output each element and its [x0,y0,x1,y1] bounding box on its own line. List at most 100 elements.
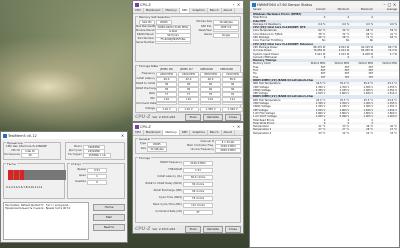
column-header[interactable]: Current [303,8,327,12]
tools-button[interactable]: Tools [185,225,201,233]
tab-graphics[interactable]: Graphics [190,130,208,135]
mail-button[interactable]: Mail [93,214,125,221]
tab-mainboard[interactable]: Mainboard [144,8,164,13]
field-value: 32 GBytes [147,147,167,153]
testmem5-titlebar[interactable]: TestMem5 v0.12 × [1,132,127,139]
timing-label: DRAM Frequency [160,161,182,164]
tab-cpu[interactable]: CPU [133,8,144,13]
version-label: Ver. 2.03.0.x64 [152,115,176,119]
timing-value: 112 clocks [183,203,213,209]
timing-col-header: XMP-6200 [219,68,234,71]
field-label: Serial Number [136,41,155,44]
timings-group: Timings DRAM Frequency 3100.0 MHz FSB:DRAM… [135,156,241,223]
timing-row: Bank Cycle Time (tRC) 112 clocks [136,203,213,209]
timing-label: Bank Cycle Time (tRC) [153,203,182,206]
tab-memory[interactable]: Memory [163,8,180,13]
exit-button[interactable]: Выйти [93,224,125,231]
sensor-value [375,16,399,19]
log-text: Настройки: Default @anta777 · Тест с заг… [5,204,71,211]
close-button[interactable]: × [392,1,397,8]
sensor-value: 0.0 % [389,22,397,26]
sensor-value: No [369,39,374,43]
cpuz-memory-titlebar[interactable]: CPU-Z – × [133,123,243,130]
timing-value: 1.10 V [178,107,199,113]
cpuz-app-icon [135,124,139,129]
sensor-value: 0 [371,16,374,20]
general-group: General Type DDR5 Size 32 GBytes Channel #… [135,137,241,154]
timing-value: 36 clocks [183,182,213,188]
timings-table-group: Timings Table JEDEC #6 JEDEC #7 XMP-6000… [135,64,243,113]
window-title: CPU-Z [140,2,151,7]
cpuz-logo: CPU-Z [135,114,151,120]
cpuz-memory-tabs: CPU Mainboard Memory SPD Graphics Bench … [133,130,243,136]
sensor-value: 33 °C [390,131,397,135]
timing-row: Cycle Time (tRAS) 76 clocks [136,196,213,202]
timing-label: CAS# Latency (CL) [157,175,182,178]
tab-bench[interactable]: Bench [208,8,222,13]
tab-spd[interactable]: SPD [179,8,191,13]
tab-cpu[interactable]: CPU [133,130,144,135]
timing-row: RAS# to CAS# Delay (tRCD) 36 clocks [136,182,213,188]
close-button[interactable]: Close [224,113,241,121]
timing-value: 76 clocks [183,196,213,202]
home-button[interactable]: Home [93,204,125,211]
tab-bench[interactable]: Bench [208,130,222,135]
hwinfo-titlebar[interactable]: HWiNFO64 v7.60 Sensor Status – □ × [250,1,399,8]
status-group: Статус Время 0:51 Цикл 1 Ошибки 0 [67,162,125,199]
tab-graphics[interactable]: Graphics [190,8,208,13]
tab-mainboard[interactable]: Mainboard [144,130,164,135]
tab-about[interactable]: About [222,8,235,13]
testmem5-window: TestMem5 v0.12 × Процессор 12th Gen Inte… [0,131,128,243]
validate-button[interactable]: Validate [202,225,223,233]
cpuz-logo: CPU-Z [135,226,151,232]
cpuz-spd-window: CPU-Z – × CPU Mainboard Memory SPD Graph… [132,0,244,122]
timing-row: RAS# Precharge (tRP) 36 clocks [136,189,213,195]
memory-slot-group: Memory Slot Selection Slot #1 DDR5 Max Ba… [135,15,241,62]
close-button[interactable]: × [120,132,125,139]
column-header[interactable]: Average [375,8,399,12]
tools-button[interactable]: Tools [185,113,201,121]
memory-group: Всего 32663Mb Доступно 24591Mb Тестирует 15… [65,142,125,160]
sensor-value [375,39,399,42]
timing-value: 2T [183,210,213,216]
group-label: Memory Slot Selection [138,15,172,19]
close-button[interactable]: Close [224,225,241,233]
sensor-value: 76T [344,75,350,79]
timing-value: 1.350 V [200,107,221,113]
sensor-value: 34 °C [366,131,374,135]
tab-spd[interactable]: SPD [180,130,191,135]
column-header[interactable]: Maximum [351,8,375,12]
cpuz-app-icon [135,2,139,7]
log-textbox[interactable]: Настройки: Default @anta777 · Тест с заг… [3,202,89,240]
cpuz-spd-footer: CPU-Z Ver. 2.03.0.x64 Tools Validate Clo… [133,113,243,121]
cpuz-spd-titlebar[interactable]: CPU-Z – × [133,1,243,8]
sensor-value [375,56,399,59]
hwinfo-sensor-window: HWiNFO64 v7.60 Sensor Status – □ × Senso… [249,0,400,248]
field-label: Тестирует [67,153,82,156]
sensor-value: 0.0 % [342,22,350,26]
timing-value: 36.0 clocks [183,175,213,181]
tab-memory[interactable]: Memory [163,130,180,135]
hwinfo-app-icon [252,2,256,7]
timing-col-header: XMP-6000 [199,68,214,71]
timing-value: 3100.0 MHz [183,161,213,167]
sensor-table: Windows Hardware Errors (WHEA) Total Erro… [250,13,399,247]
sensor-value: No [345,39,350,43]
sensor-row[interactable]: Temperature 3 33 °C 32 °C 34 °C 33 °C [250,132,399,135]
cpuz-memory-window: CPU-Z – × CPU Mainboard Memory SPD Graph… [132,122,244,234]
tab-about[interactable]: About [222,130,235,135]
field-value: 1536Mb x 16 [83,153,111,159]
column-header[interactable]: Minimum [327,8,351,12]
sensor-value: 0 [371,55,374,59]
timing-label: Cycle Time (tRAS) [158,196,182,199]
window-title: CPU-Z [140,124,151,129]
time-label: Время [77,168,86,171]
close-button[interactable]: × [236,1,241,8]
validate-button[interactable]: Validate [202,113,223,121]
timing-value: 36 clocks [183,189,213,195]
close-button[interactable]: × [236,123,241,130]
sensor-value [375,76,399,79]
column-header[interactable]: Sensor [250,8,303,12]
test-progress-cells [8,170,66,180]
timing-label: Command Rate [136,102,157,105]
